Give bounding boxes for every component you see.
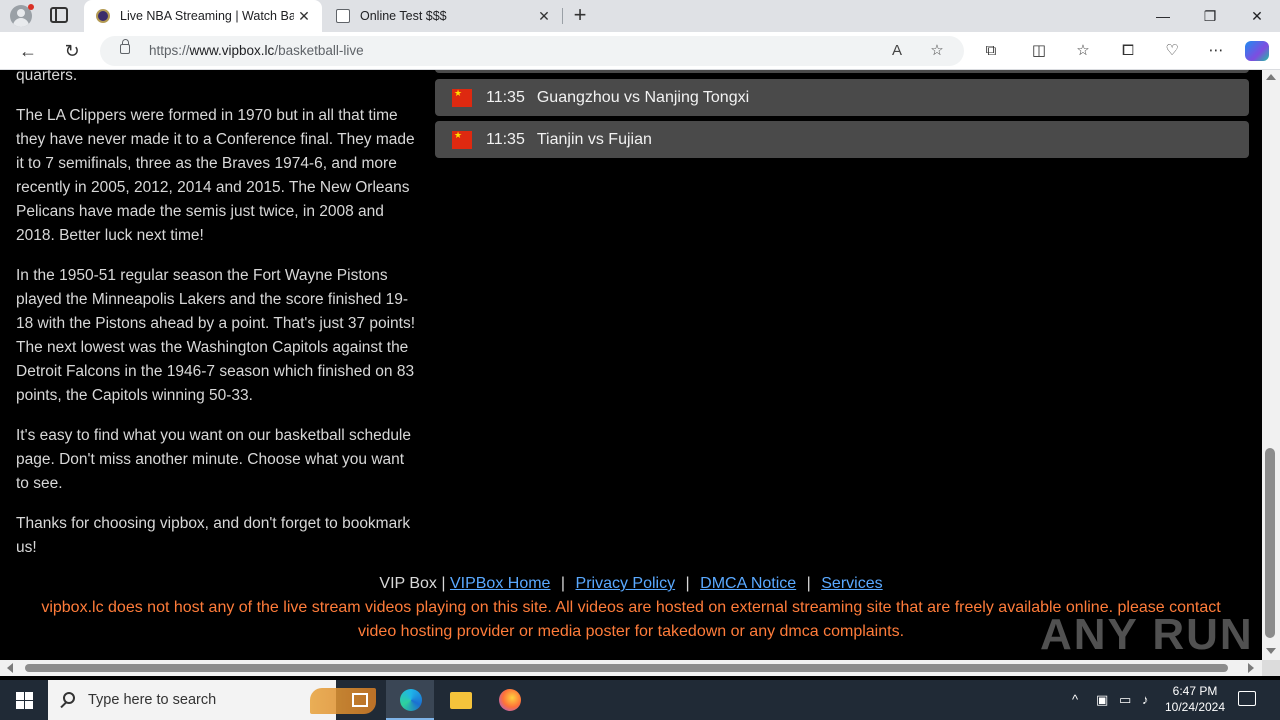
search-icon <box>63 692 75 704</box>
horizontal-scroll-thumb[interactable] <box>25 664 1228 672</box>
tab-actions-icon[interactable] <box>50 7 68 23</box>
url-text[interactable]: https://www.vipbox.lc/basketball-live <box>149 43 364 58</box>
tab-close-icon[interactable]: ✕ <box>534 8 554 25</box>
china-flag-icon <box>452 130 472 149</box>
tab-live-nba-streaming[interactable]: Live NBA Streaming | Watch Basketball ✕ <box>84 0 322 32</box>
close-window-button[interactable]: ✕ <box>1234 0 1280 32</box>
copilot-icon[interactable] <box>1245 41 1269 61</box>
volume-icon[interactable]: ♪ <box>1142 692 1149 707</box>
page-viewport: quarters. The LA Clippers were formed in… <box>0 70 1262 660</box>
anyrun-watermark: ANY RUN <box>1040 610 1254 659</box>
scroll-up-arrow-icon[interactable] <box>1266 74 1276 80</box>
game-time: 11:35 <box>486 88 525 106</box>
article-paragraph: The LA Clippers were formed in 1970 but … <box>16 107 415 244</box>
game-matchup[interactable]: Tianjin vs Fujian <box>537 131 652 149</box>
notification-center-icon[interactable] <box>1238 691 1256 706</box>
vipbox-favicon-icon <box>96 9 110 23</box>
game-row-partial[interactable] <box>435 70 1249 73</box>
tab-close-icon[interactable]: ✕ <box>294 8 314 25</box>
article-paragraph: quarters. <box>16 70 78 84</box>
footer-separator: | <box>806 575 811 592</box>
refresh-icon[interactable]: ↻ <box>58 37 86 65</box>
services-link[interactable]: Services <box>821 575 882 592</box>
collections-icon[interactable]: ⧠ <box>1114 37 1142 65</box>
footer-brand: VIP Box | <box>379 575 446 592</box>
tab-title: Online Test $$$ <box>360 9 447 23</box>
extensions-icon[interactable]: ⧉ <box>977 37 1005 65</box>
article-paragraph: In the 1950-51 regular season the Fort W… <box>16 267 416 404</box>
article-text: quarters. The LA Clippers were formed in… <box>16 70 416 576</box>
back-arrow-icon[interactable]: ← <box>14 37 42 65</box>
tab-divider <box>562 8 563 24</box>
tab-title: Live NBA Streaming | Watch Basketball <box>120 9 294 23</box>
task-view-icon[interactable] <box>336 680 384 720</box>
windows-start-icon[interactable] <box>0 680 48 720</box>
search-placeholder: Type here to search <box>88 692 217 708</box>
address-toolbar: ← ↻ https://www.vipbox.lc/basketball-liv… <box>0 32 1280 70</box>
dmca-notice-link[interactable]: DMCA Notice <box>700 575 796 592</box>
firefox-icon[interactable] <box>485 680 533 720</box>
split-screen-icon[interactable]: ◫ <box>1025 37 1053 65</box>
clock-date: 10/24/2024 <box>1164 700 1226 714</box>
minimize-button[interactable]: — <box>1140 0 1186 32</box>
game-matchup[interactable]: Guangzhou vs Nanjing Tongxi <box>537 89 749 107</box>
address-bar[interactable]: https://www.vipbox.lc/basketball-live A … <box>100 36 964 66</box>
horizontal-scrollbar[interactable] <box>0 660 1262 676</box>
article-paragraph: Thanks for choosing vipbox, and don't fo… <box>16 515 411 556</box>
vipbox-home-link[interactable]: VIPBox Home <box>450 575 550 592</box>
settings-more-icon[interactable]: ⋯ <box>1202 37 1230 65</box>
scroll-down-arrow-icon[interactable] <box>1266 648 1276 654</box>
browser-essentials-icon[interactable]: ♡ <box>1158 37 1186 65</box>
game-time: 11:35 <box>486 130 525 148</box>
vertical-scroll-thumb[interactable] <box>1265 448 1275 638</box>
clock-time: 6:47 PM <box>1172 684 1218 698</box>
tab-strip: Live NBA Streaming | Watch Basketball ✕ … <box>0 0 1280 32</box>
lock-icon[interactable] <box>120 39 130 54</box>
restore-button[interactable]: ❐ <box>1187 0 1233 32</box>
edge-taskbar-icon[interactable] <box>386 680 434 720</box>
taskbar-search-box[interactable]: Type here to search <box>48 680 376 720</box>
page-favicon-icon <box>336 9 350 23</box>
profile-notification-dot <box>28 4 34 10</box>
file-explorer-icon[interactable] <box>436 680 484 720</box>
game-row[interactable]: 11:35 Tianjin vs Fujian <box>435 121 1249 158</box>
article-paragraph: It's easy to find what you want on our b… <box>16 427 412 492</box>
footer-separator: | <box>685 575 690 592</box>
game-row[interactable]: 11:35 Guangzhou vs Nanjing Tongxi <box>435 79 1249 116</box>
favorite-star-icon[interactable]: ☆ <box>926 40 948 62</box>
network-icon[interactable]: ▭ <box>1119 692 1131 708</box>
vertical-scrollbar[interactable] <box>1262 70 1280 660</box>
meet-now-icon[interactable]: ▣ <box>1096 692 1108 708</box>
scroll-right-arrow-icon[interactable] <box>1248 663 1254 673</box>
read-aloud-icon[interactable]: A <box>886 40 908 62</box>
footer-links: VIP Box | VIPBox Home | Privacy Policy |… <box>0 572 1262 596</box>
scrollbar-corner <box>1262 660 1280 676</box>
windows-taskbar: Type here to search ^ ▣ ▭ ♪ 6:47 PM 10/2… <box>0 680 1280 720</box>
privacy-policy-link[interactable]: Privacy Policy <box>576 575 676 592</box>
tab-online-test[interactable]: Online Test $$$ ✕ <box>324 0 562 32</box>
favorites-icon[interactable]: ☆ <box>1069 37 1097 65</box>
footer-separator: | <box>560 575 566 592</box>
taskbar-clock[interactable]: 6:47 PM 10/24/2024 <box>1162 683 1228 715</box>
scroll-left-arrow-icon[interactable] <box>7 663 13 673</box>
china-flag-icon <box>452 88 472 107</box>
new-tab-plus-icon[interactable]: + <box>568 4 592 28</box>
show-hidden-icons-chevron-icon[interactable]: ^ <box>1072 692 1078 707</box>
